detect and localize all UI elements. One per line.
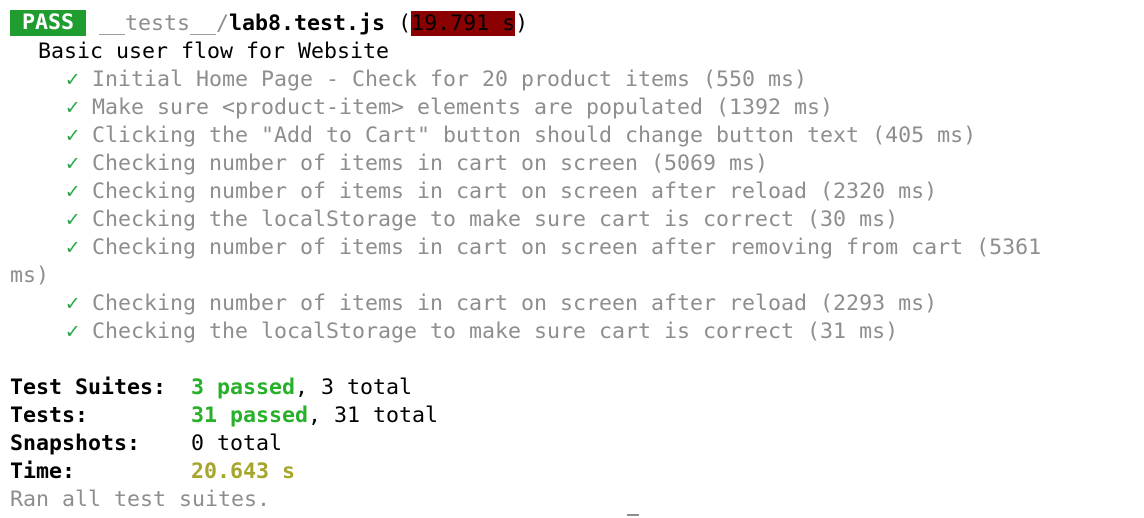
test-result-row: ✓ Initial Home Page - Check for 20 produ… — [10, 66, 1144, 94]
summary-time: Time: 20.643 s — [10, 458, 1144, 486]
test-result-row: ✓ Checking the localStorage to make sure… — [10, 206, 1144, 234]
test-name: Initial Home Page - Check for 20 product… — [92, 67, 808, 92]
suites-total: , 3 total — [295, 375, 413, 400]
test-name: Make sure <product-item> elements are po… — [92, 95, 834, 120]
snapshots-value: 0 total — [191, 431, 283, 456]
check-icon: ✓ — [66, 67, 80, 92]
test-name-wrap: ms) — [10, 263, 50, 288]
footer-message: Ran all test suites. — [10, 487, 271, 512]
check-icon: ✓ — [66, 179, 80, 204]
test-result-row: ✓ Make sure <product-item> elements are … — [10, 94, 1144, 122]
time-value: 20.643 s — [191, 459, 296, 484]
check-icon: ✓ — [66, 151, 80, 176]
test-result-row: ✓ Checking number of items in cart on sc… — [10, 290, 1144, 318]
test-dir-path: __tests__/ — [99, 11, 230, 36]
test-result-row: ✓ Checking number of items in cart on sc… — [10, 150, 1144, 178]
test-file-duration: 19.791 s — [411, 11, 516, 36]
test-file-header: PASS __tests__/lab8.test.js (19.791 s) — [10, 10, 1144, 38]
summary-label: Tests: — [10, 403, 89, 428]
suites-passed: 3 passed — [191, 375, 296, 400]
test-result-row: ✓ Checking the localStorage to make sure… — [10, 318, 1144, 346]
terminal-cursor — [627, 514, 639, 516]
summary-suites: Test Suites: 3 passed, 3 total — [10, 374, 1144, 402]
duration-close-paren: ) — [515, 11, 529, 36]
check-icon: ✓ — [66, 235, 80, 260]
test-name: Checking the localStorage to make sure c… — [92, 319, 899, 344]
describe-block-title: Basic user flow for Website — [38, 39, 390, 64]
summary-tests: Tests: 31 passed, 31 total — [10, 402, 1144, 430]
check-icon: ✓ — [66, 291, 80, 316]
test-result-row: ✓ Checking number of items in cart on sc… — [10, 178, 1144, 206]
tests-passed: 31 passed — [191, 403, 309, 428]
summary-snapshots: Snapshots: 0 total — [10, 430, 1144, 458]
check-icon: ✓ — [66, 207, 80, 232]
check-icon: ✓ — [66, 319, 80, 344]
summary-label: Time: — [10, 459, 76, 484]
summary-label: Snapshots: — [10, 431, 141, 456]
test-result-row: ✓ Clicking the "Add to Cart" button shou… — [10, 122, 1144, 150]
test-name: Clicking the "Add to Cart" button should… — [92, 123, 977, 148]
test-file-name: lab8.test.js — [229, 11, 386, 36]
duration-open-paren: ( — [385, 11, 412, 36]
pass-badge: PASS — [10, 10, 87, 36]
test-name: Checking number of items in cart on scre… — [92, 235, 1042, 260]
test-name: Checking number of items in cart on scre… — [92, 151, 769, 176]
test-name: Checking number of items in cart on scre… — [92, 291, 938, 316]
test-name: Checking the localStorage to make sure c… — [92, 207, 899, 232]
tests-total: , 31 total — [308, 403, 439, 428]
check-icon: ✓ — [66, 123, 80, 148]
summary-label: Test Suites: — [10, 375, 167, 400]
terminal-output: PASS __tests__/lab8.test.js (19.791 s) B… — [10, 10, 1144, 514]
check-icon: ✓ — [66, 95, 80, 120]
test-result-row: ✓ Checking number of items in cart on sc… — [10, 234, 1144, 262]
test-name: Checking number of items in cart on scre… — [92, 179, 938, 204]
